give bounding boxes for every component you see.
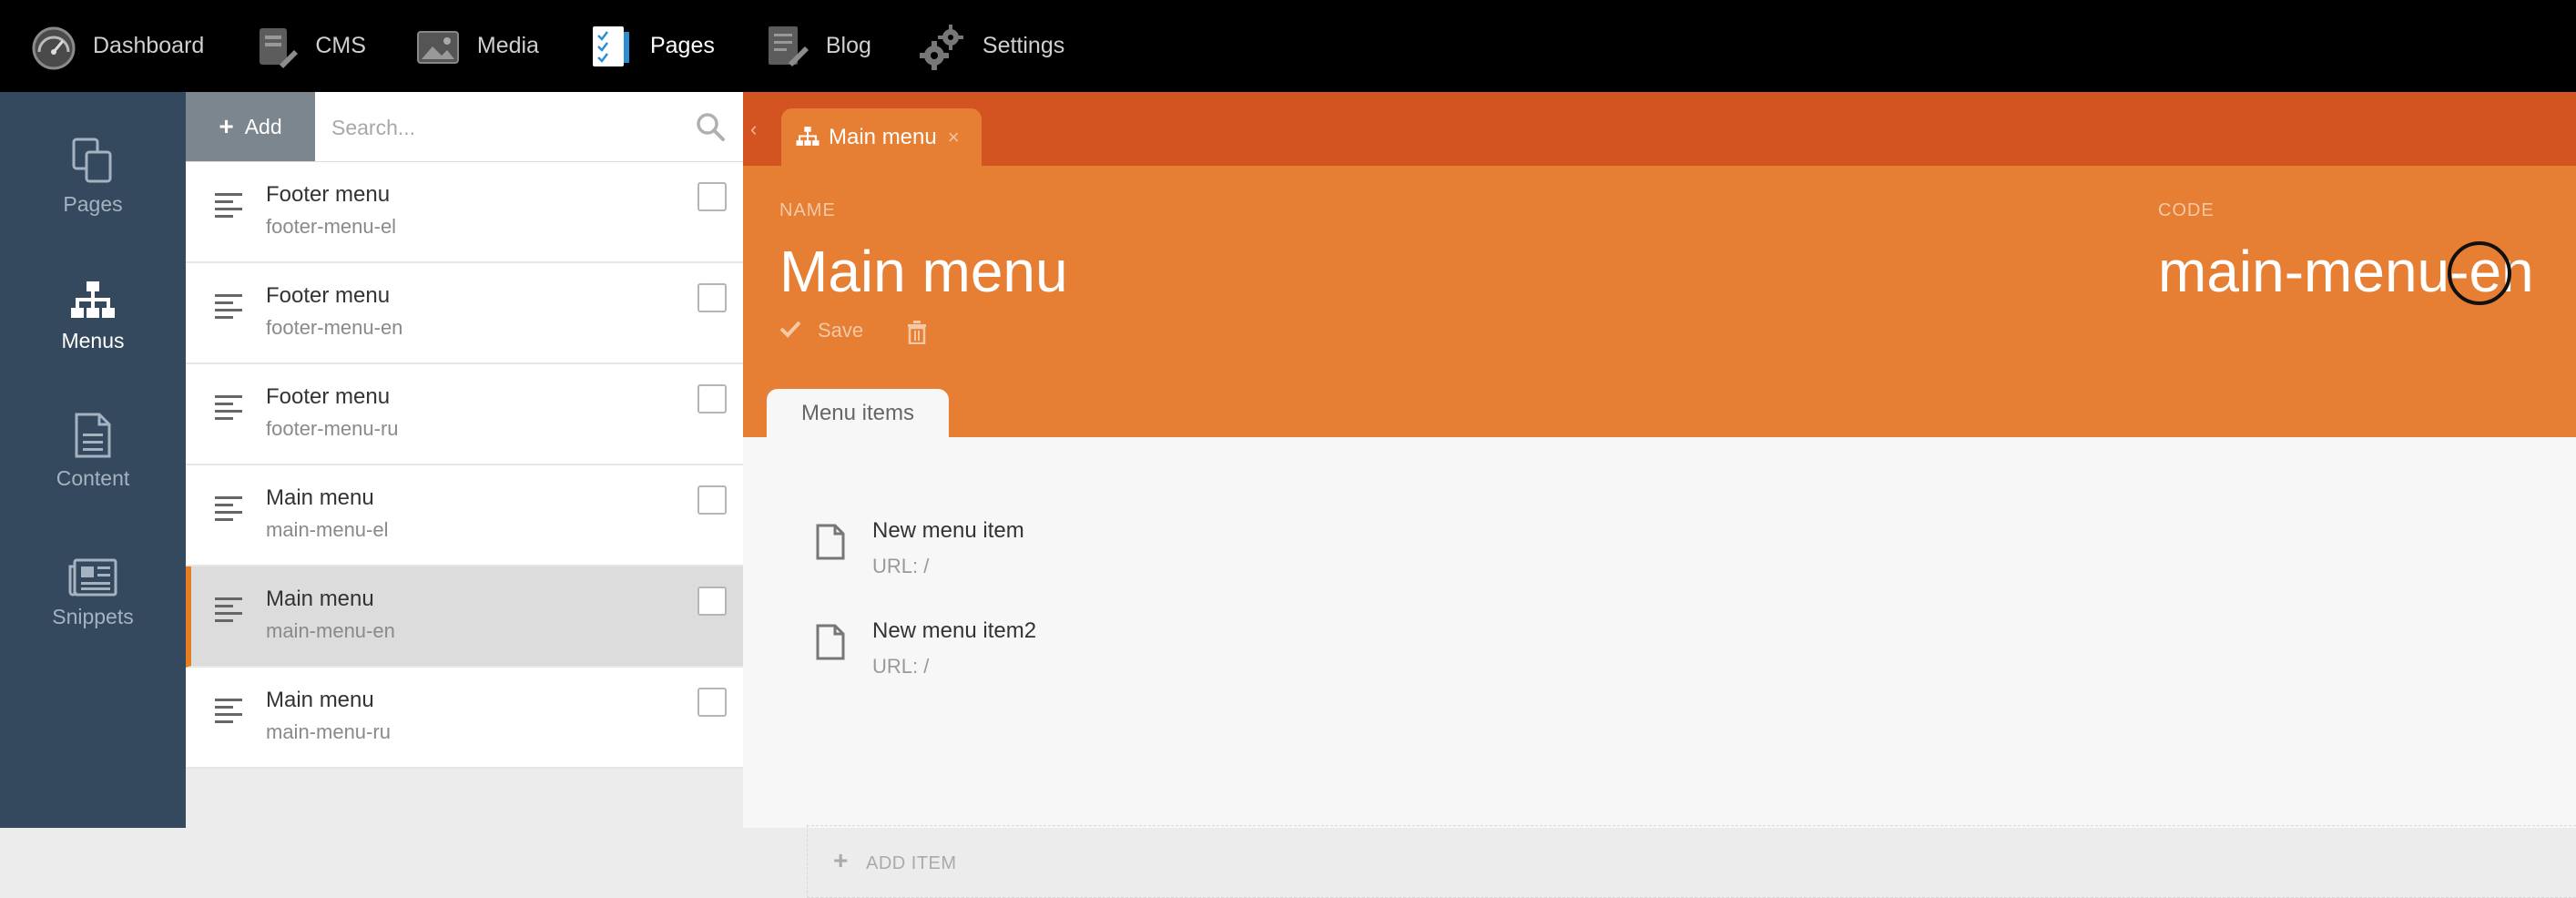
list-item-title: Footer menu — [266, 283, 391, 308]
list-item-code: main-menu-en — [266, 619, 395, 642]
add-item-button[interactable]: + ADD ITEM — [807, 825, 2576, 898]
plus-icon: + — [833, 846, 849, 874]
row-checkbox[interactable] — [697, 485, 727, 515]
plus-icon: + — [219, 112, 234, 140]
align-left-icon — [213, 493, 244, 524]
list-item-title: Footer menu — [266, 182, 391, 207]
sidebar-label: Pages — [63, 192, 123, 216]
topnav-item-dashboard[interactable]: Dashboard — [29, 22, 204, 71]
menu-item-url: URL: / — [872, 555, 930, 577]
file-icon — [816, 624, 845, 660]
list-item-title: Footer menu — [266, 384, 391, 409]
cms-icon — [251, 22, 300, 71]
sidebar-item-pages[interactable]: Pages — [0, 130, 186, 217]
sidebar-item-menus[interactable]: Menus — [0, 267, 186, 353]
collapse-sidebar-arrow[interactable]: ‹ — [750, 117, 757, 141]
topnav-label: Pages — [649, 33, 715, 58]
list-item-code: main-menu-el — [266, 518, 389, 541]
document-icon — [0, 404, 186, 459]
topnav-label: Blog — [825, 33, 871, 58]
list-item-title: Main menu — [266, 688, 374, 712]
add-item-label: ADD ITEM — [866, 853, 957, 873]
media-icon — [413, 22, 463, 71]
left-sidebar: Pages Menus Content Snippets — [0, 92, 186, 828]
sidebar-item-snippets[interactable]: Snippets — [0, 543, 186, 629]
gear-icon — [919, 22, 968, 71]
pages-icon — [586, 22, 636, 71]
list-item[interactable]: Footer menu footer-menu-en — [186, 263, 743, 364]
newspaper-icon — [0, 543, 186, 597]
align-left-icon — [213, 291, 244, 321]
sidebar-label: Content — [56, 466, 130, 490]
list-item-selected[interactable]: Main menu main-menu-en — [186, 566, 743, 668]
blog-icon — [762, 22, 811, 71]
tab-main-menu[interactable]: Main menu × — [781, 108, 982, 166]
sitemap-icon — [796, 126, 820, 149]
add-button[interactable]: + Add — [186, 92, 315, 161]
name-field-label: NAME — [779, 200, 836, 220]
search-input[interactable] — [330, 105, 688, 150]
search-icon[interactable] — [694, 110, 727, 143]
form-header: NAME Main menu CODE main-menu-en Save Me… — [743, 166, 2576, 437]
list-item[interactable]: Footer menu footer-menu-ru — [186, 364, 743, 465]
menu-item-url: URL: / — [872, 655, 930, 678]
check-icon — [779, 320, 801, 342]
row-checkbox[interactable] — [697, 283, 727, 312]
save-button-label: Save — [818, 319, 864, 342]
name-field[interactable]: Main menu — [779, 238, 1068, 305]
align-left-icon — [213, 392, 244, 423]
cursor-indicator — [2448, 241, 2511, 305]
menu-list: Footer menu footer-menu-el Footer menu f… — [186, 162, 743, 769]
topnav-label: Media — [476, 33, 539, 58]
sitemap-icon — [0, 267, 186, 321]
add-button-label: Add — [244, 114, 282, 138]
document-tab-bar: ‹ Main menu × — [743, 92, 2576, 166]
row-checkbox[interactable] — [697, 587, 727, 616]
list-item-code: footer-menu-el — [266, 215, 397, 238]
file-icon — [816, 524, 845, 560]
menu-item-title: New menu item2 — [872, 618, 1037, 643]
tab-label: Main menu — [829, 124, 937, 149]
row-checkbox[interactable] — [697, 688, 727, 717]
align-left-icon — [213, 695, 244, 726]
topnav-label: Dashboard — [93, 33, 205, 58]
topnav-label: CMS — [315, 33, 366, 58]
list-item[interactable]: Main menu main-menu-el — [186, 465, 743, 566]
sidebar-item-content[interactable]: Content — [0, 404, 186, 491]
topnav-item-media[interactable]: Media — [413, 22, 539, 71]
dashboard-gauge-icon — [29, 22, 78, 71]
top-navigation-bar: Dashboard CMS Media Pages Blog Settings — [0, 0, 2576, 92]
row-checkbox[interactable] — [697, 384, 727, 413]
top-nav: Dashboard CMS Media Pages Blog Settings — [0, 0, 1083, 92]
tab-label: Menu items — [800, 400, 915, 425]
list-item-code: footer-menu-en — [266, 316, 403, 339]
sidebar-label: Snippets — [52, 605, 134, 628]
align-left-icon — [213, 594, 244, 625]
code-field-label: CODE — [2158, 200, 2215, 220]
pages-copy-icon — [0, 130, 186, 185]
list-item-code: footer-menu-ru — [266, 417, 399, 440]
row-checkbox[interactable] — [697, 182, 727, 211]
menu-list-panel: + Add Footer menu footer-menu-el Footer … — [186, 92, 743, 828]
topnav-item-settings[interactable]: Settings — [919, 22, 1064, 71]
topnav-item-blog[interactable]: Blog — [762, 22, 871, 71]
editor-area: ‹ Main menu × NAME Main menu CODE main-m… — [743, 92, 2576, 898]
topnav-item-cms[interactable]: CMS — [251, 22, 366, 71]
list-item[interactable]: Main menu main-menu-ru — [186, 668, 743, 769]
list-item-title: Main menu — [266, 485, 374, 510]
align-left-icon — [213, 189, 244, 220]
list-item-title: Main menu — [266, 587, 374, 611]
list-item-code: main-menu-ru — [266, 720, 391, 743]
trash-icon[interactable] — [907, 321, 931, 346]
topnav-item-pages[interactable]: Pages — [586, 22, 715, 71]
sidebar-label: Menus — [61, 329, 125, 352]
menu-items-panel: New menu item URL: / New menu item2 URL:… — [743, 437, 2576, 898]
save-button[interactable]: Save — [779, 319, 863, 342]
menu-item-title: New menu item — [872, 518, 1024, 543]
topnav-label: Settings — [982, 33, 1065, 58]
close-icon[interactable]: × — [948, 126, 960, 149]
tab-menu-items[interactable]: Menu items — [767, 389, 949, 437]
list-toolbar: + Add — [186, 92, 743, 162]
list-item[interactable]: Footer menu footer-menu-el — [186, 162, 743, 263]
